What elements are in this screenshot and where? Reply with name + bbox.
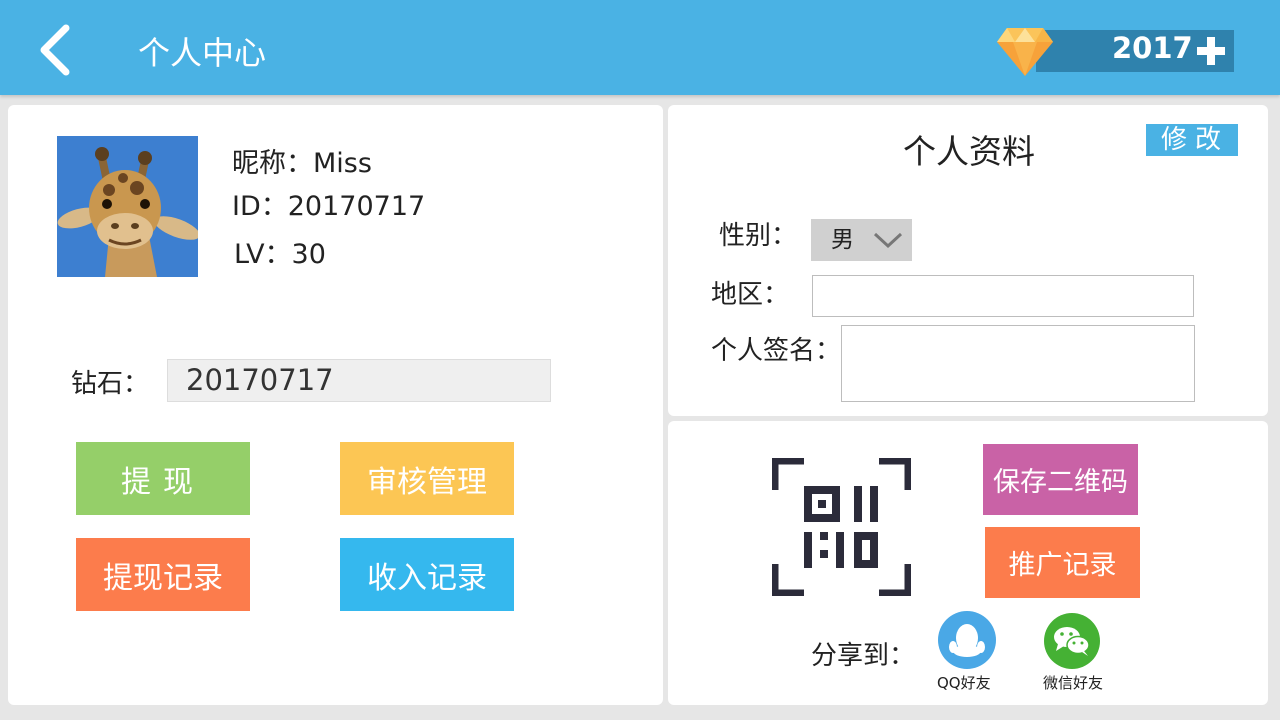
- income-records-button[interactable]: 收入记录: [340, 538, 514, 611]
- save-qr-button[interactable]: 保存二维码: [983, 444, 1138, 515]
- gem-count: 2017: [1112, 31, 1193, 65]
- wechat-share-button[interactable]: [1044, 613, 1100, 669]
- wechat-caption: 微信好友: [1043, 674, 1104, 692]
- region-label: 地区：: [711, 280, 790, 310]
- avatar[interactable]: [57, 136, 198, 277]
- share-label: 分享到：: [811, 641, 916, 671]
- qq-share-button[interactable]: [938, 611, 996, 669]
- withdraw-button[interactable]: 提现: [76, 442, 250, 515]
- back-button[interactable]: [30, 22, 80, 78]
- gender-label: 性别：: [719, 221, 798, 251]
- chevron-down-icon: [873, 232, 903, 249]
- giraffe-avatar: [57, 136, 198, 277]
- signature-label: 个人签名：: [711, 336, 842, 366]
- edit-button[interactable]: 修改: [1146, 124, 1238, 156]
- details-title: 个人资料: [903, 132, 1035, 171]
- chevron-left-icon: [40, 24, 70, 76]
- diamond-icon: [995, 26, 1055, 78]
- nickname-text: 昵称：Miss: [232, 148, 372, 179]
- region-input[interactable]: [812, 275, 1194, 317]
- user-id-text: ID：20170717: [232, 191, 426, 222]
- review-management-button[interactable]: 审核管理: [340, 442, 514, 515]
- qq-caption: QQ好友: [937, 674, 991, 692]
- add-gems-button[interactable]: [1196, 36, 1226, 66]
- gender-value: 男: [831, 227, 854, 253]
- diamond-label: 钻石：: [71, 369, 150, 399]
- signature-input[interactable]: [841, 325, 1195, 402]
- level-text: LV：30: [234, 239, 326, 270]
- qr-code-icon[interactable]: [771, 457, 912, 597]
- withdraw-records-button[interactable]: 提现记录: [76, 538, 250, 611]
- plus-icon: [1197, 37, 1225, 65]
- diamond-balance-field: 20170717: [167, 359, 551, 402]
- gender-select[interactable]: 男: [811, 219, 912, 261]
- promotion-records-button[interactable]: 推广记录: [985, 527, 1140, 598]
- wechat-icon: [1054, 627, 1090, 656]
- page-title: 个人中心: [138, 34, 267, 72]
- qq-icon: [949, 624, 985, 657]
